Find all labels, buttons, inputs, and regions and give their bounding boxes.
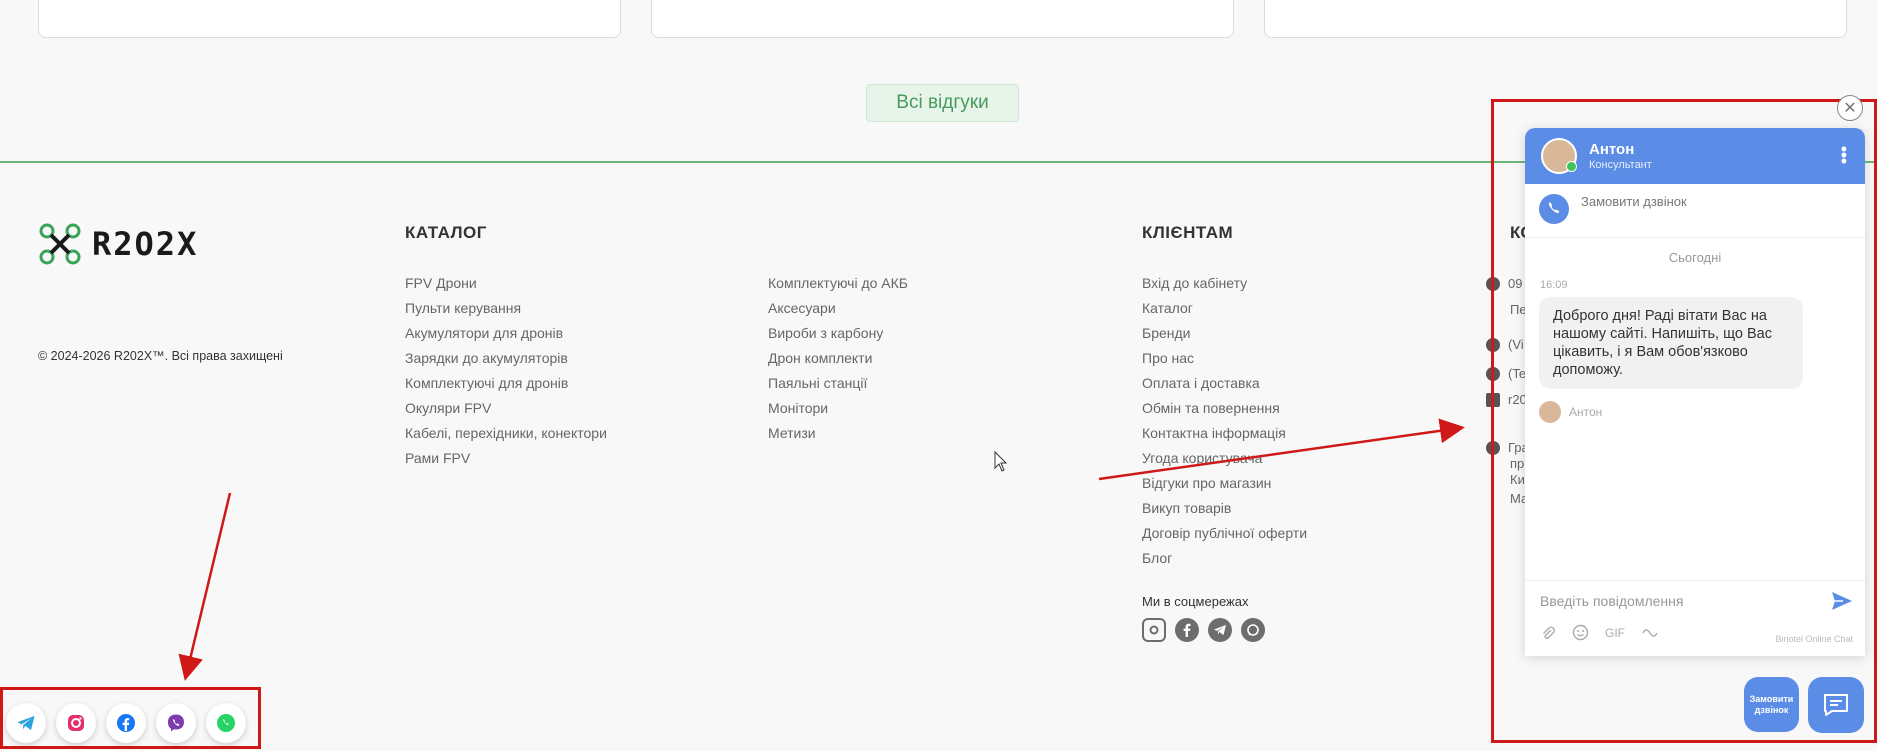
page: Всі відгуки R2O2X © 2024-2026 R202X™. Вс… xyxy=(0,0,1877,751)
annotation-arrows xyxy=(178,418,1465,681)
